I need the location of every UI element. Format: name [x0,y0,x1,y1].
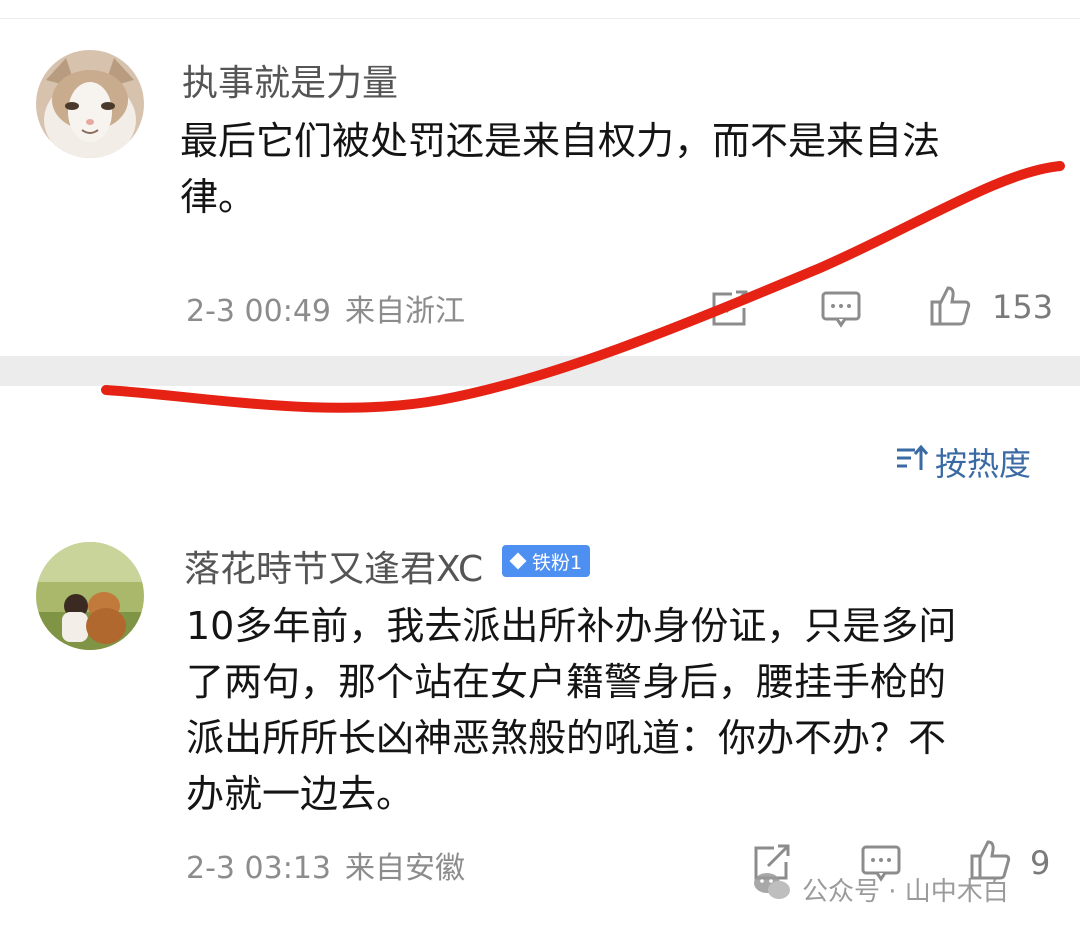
timestamp: 2-3 00:49 [186,294,331,329]
comment-item: 落花時节又逢君XC 铁粉1 10多年前，我去派出所补办身份证，只是多问 了两句，… [0,500,1080,931]
comment-text-line: 10多年前，我去派出所补办身份证，只是多问 [186,604,957,648]
diamond-icon [509,552,527,570]
avatar[interactable] [36,542,144,650]
watermark-label: 公众号 · 山中木白 [802,877,1009,907]
avatar[interactable] [36,50,144,158]
comment-item: 执事就是力量 最后它们被处罚还是来自权力，而不是来自法 律。 2-3 00:49… [0,0,1080,356]
comment-text-line: 了两句，那个站在女户籍警身后，腰挂手枪的 [186,660,947,704]
wechat-icon [752,870,792,909]
comment-text: 最后它们被处罚还是来自权力，而不是来自法 律。 [180,113,940,225]
comment-text: 10多年前，我去派出所补办身份证，只是多问 了两句，那个站在女户籍警身后，腰挂手… [186,598,956,822]
like-icon[interactable] [928,284,972,332]
username[interactable]: 执事就是力量 [182,54,398,106]
username[interactable]: 落花時节又逢君XC [184,540,483,592]
sort-label: 按热度 [935,445,1032,483]
like-count: 153 [992,288,1054,326]
comment-text-line: 最后它们被处罚还是来自权力，而不是来自法 [180,119,941,163]
sort-button[interactable]: 按热度 [895,440,1031,484]
share-icon[interactable] [710,290,750,332]
sort-icon [895,442,929,482]
comment-text-line: 派出所所长凶神恶煞般的吼道：你办不办？不 [186,716,947,760]
comment-text-line: 办就一边去。 [186,772,415,816]
comment-meta: 2-3 03:13 来自安徽 [186,843,465,887]
badge-label: 铁粉1 [532,551,583,574]
location: 来自安徽 [345,851,465,886]
fan-badge[interactable]: 铁粉1 [502,545,591,577]
comment-text-line: 律。 [180,175,257,219]
watermark: 公众号 · 山中木白 [752,870,1009,909]
timestamp: 2-3 03:13 [186,851,331,886]
location: 来自浙江 [345,294,465,329]
like-count: 9 [1030,844,1051,882]
section-divider [0,356,1080,386]
comment-meta: 2-3 00:49 来自浙江 [186,286,465,330]
comment-icon[interactable] [820,290,862,332]
